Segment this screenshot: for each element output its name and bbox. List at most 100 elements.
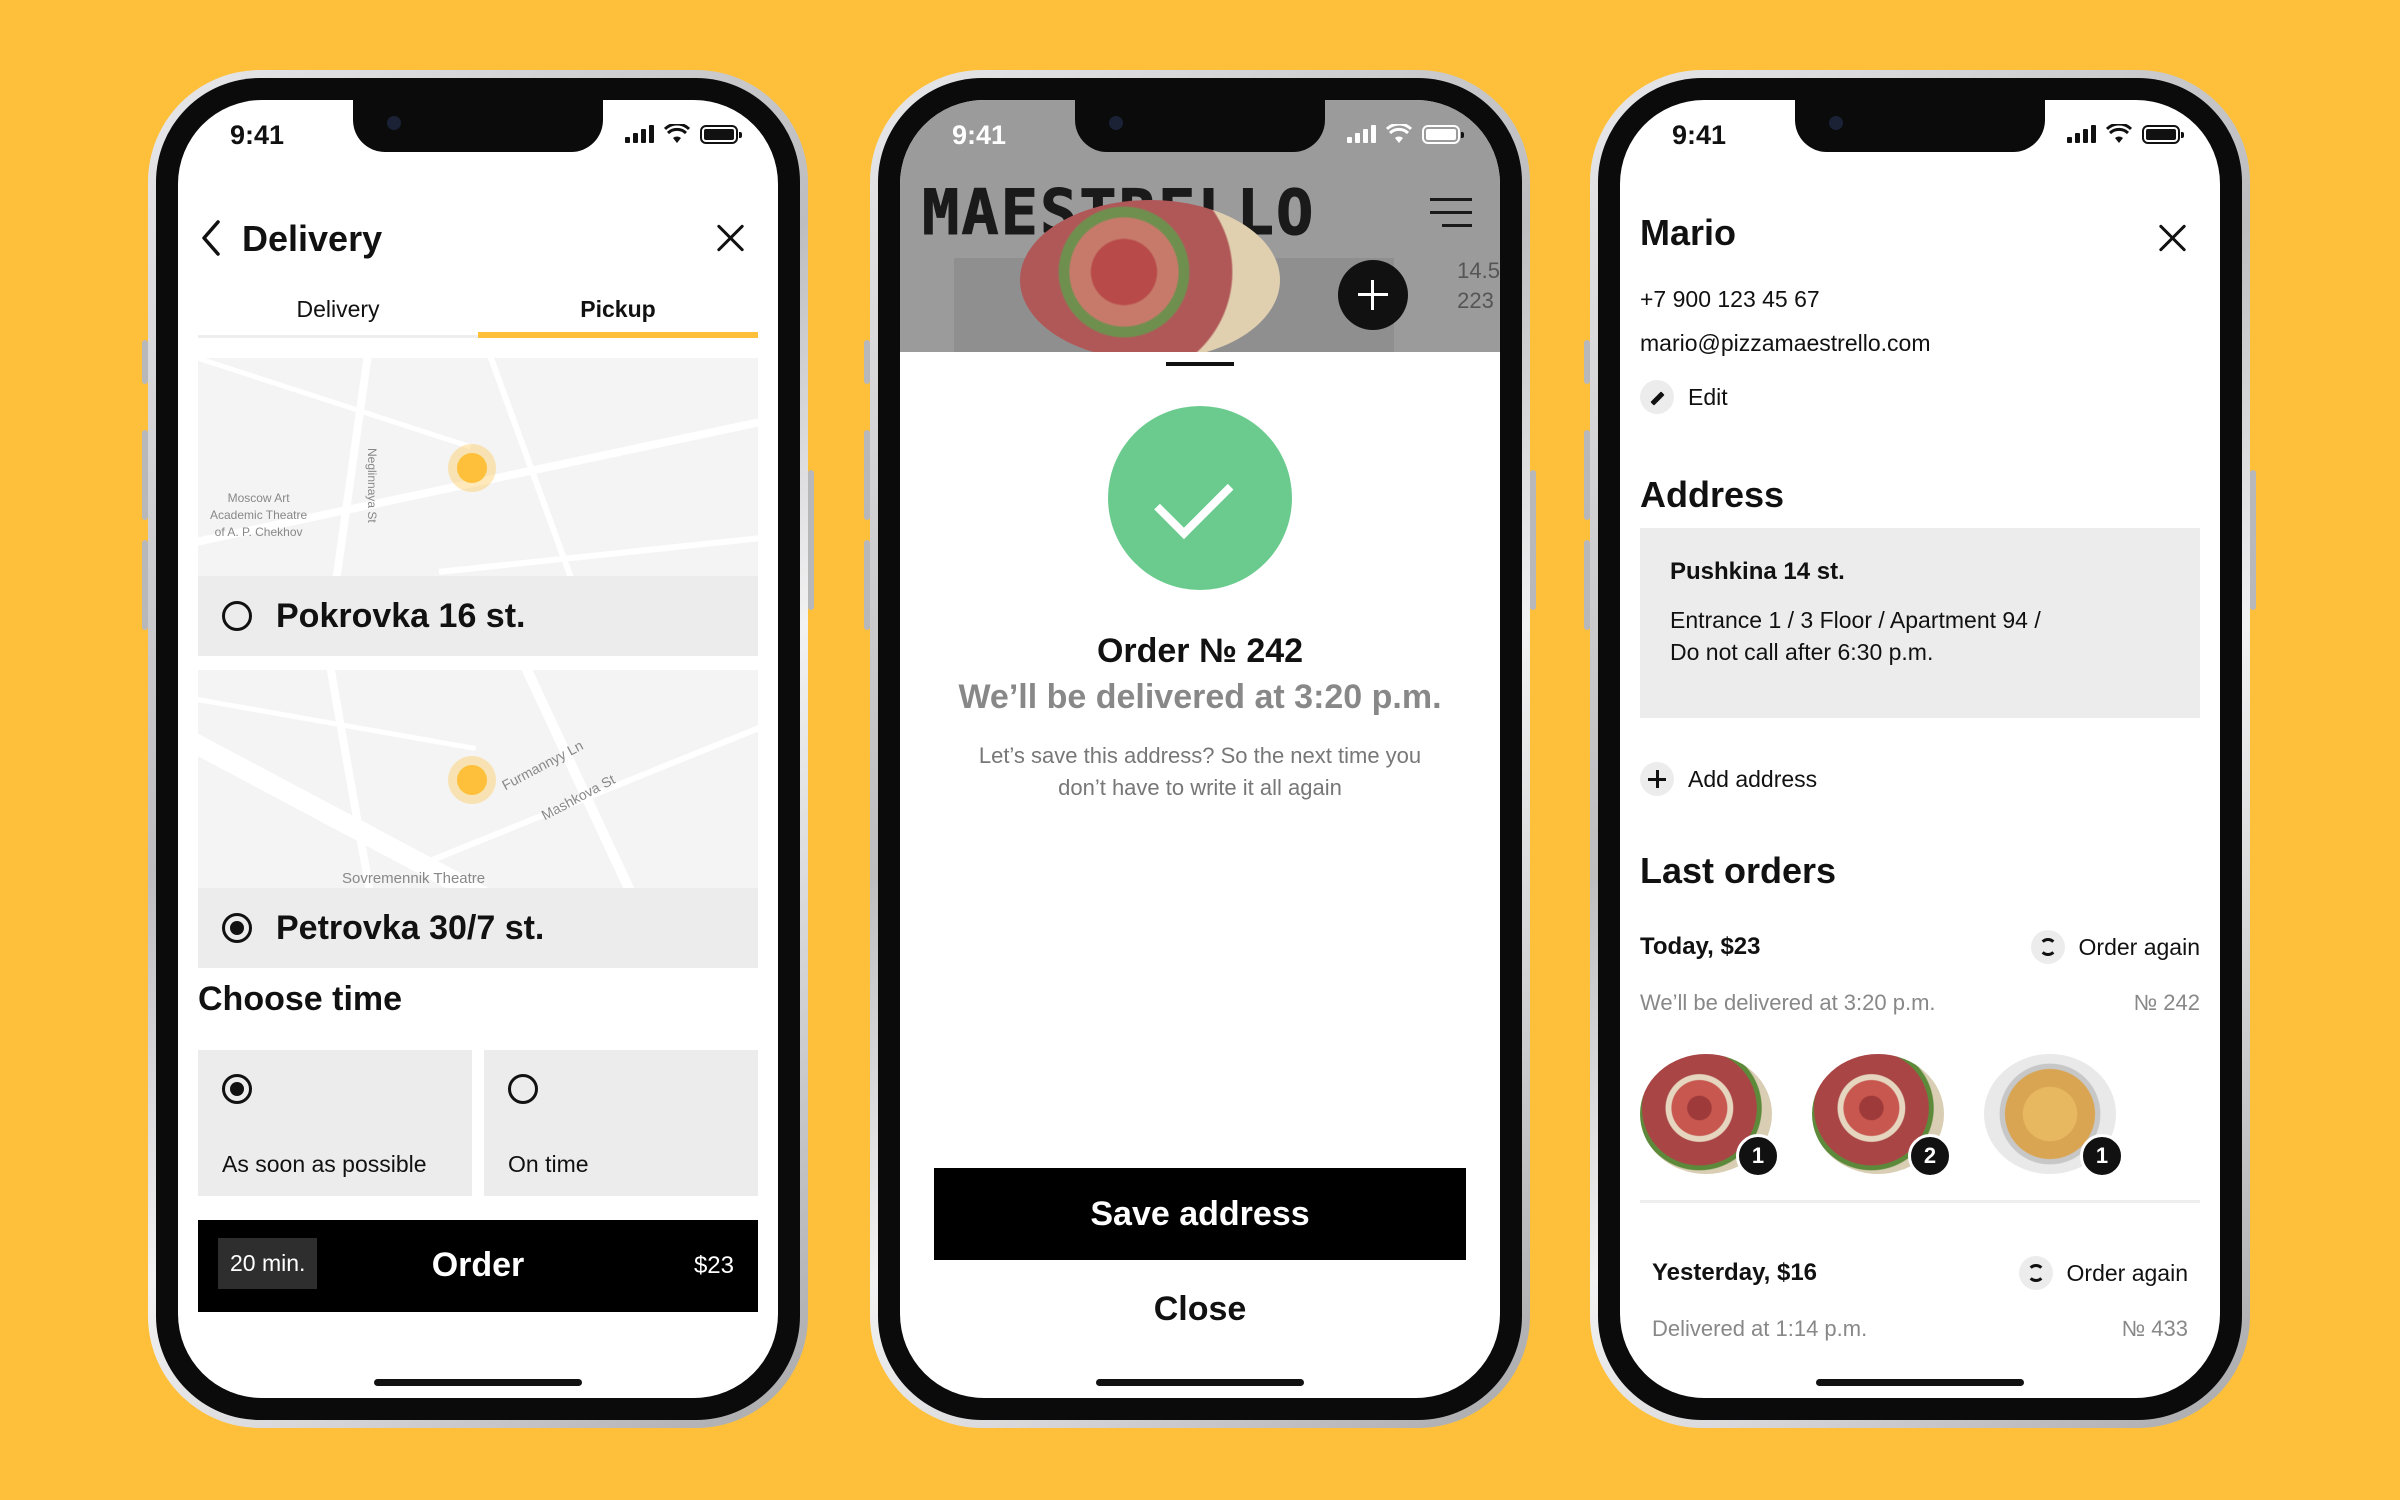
radio-pokrovka[interactable] bbox=[222, 601, 252, 631]
map-place-label: Moscow Art Academic Theatre of A. P. Che… bbox=[210, 490, 307, 540]
order-label: Order bbox=[431, 1246, 525, 1284]
location-card-pokrovka[interactable]: Neglinnaya St Moscow Art Academic Theatr… bbox=[198, 358, 758, 656]
close-icon[interactable] bbox=[2152, 218, 2192, 258]
tab-delivery[interactable]: Delivery bbox=[198, 290, 478, 335]
confirmation-screen: 9:41 MAESTRELLO 14.5 223 bbox=[900, 100, 1500, 1398]
map-petrovka: Furmannyy Ln Mashkova St Sovremennik The… bbox=[198, 670, 758, 888]
phone-confirmation: 9:41 MAESTRELLO 14.5 223 bbox=[864, 70, 1536, 1428]
phone-delivery: 9:41 Delivery Delivery Pickup Neglinnaya… bbox=[142, 70, 814, 1428]
status-time: 9:41 bbox=[952, 120, 1007, 150]
user-phone: +7 900 123 45 67 bbox=[1640, 286, 1820, 312]
plus-icon bbox=[1640, 762, 1674, 796]
side-value: 14.5 bbox=[1457, 258, 1500, 283]
add-address-button[interactable]: Add address bbox=[1640, 762, 1817, 796]
close-icon[interactable] bbox=[710, 218, 750, 258]
notch bbox=[353, 100, 603, 152]
user-name: Mario bbox=[1640, 212, 1737, 253]
notch bbox=[1795, 100, 2045, 152]
camera bbox=[1829, 116, 1843, 130]
order-date: Yesterday, $16 bbox=[1652, 1259, 1818, 1286]
save-address-button[interactable]: Save address bbox=[934, 1168, 1466, 1260]
radio-on-time[interactable] bbox=[508, 1074, 538, 1104]
order-number: № 433 bbox=[2121, 1316, 2188, 1341]
address-title: Pushkina 14 st. bbox=[1670, 558, 1845, 585]
camera bbox=[387, 116, 401, 130]
edit-button[interactable]: Edit bbox=[1640, 380, 1728, 414]
tab-pickup[interactable]: Pickup bbox=[478, 290, 758, 338]
order-status: Delivered at 1:14 p.m. bbox=[1652, 1316, 1868, 1341]
home-indicator[interactable] bbox=[1816, 1379, 2024, 1386]
map-place-line: of A. P. Chekhov bbox=[214, 524, 303, 539]
map-place-label: Sovremennik Theatre bbox=[342, 870, 486, 887]
message-line: don’t have to write it all again bbox=[1058, 775, 1342, 800]
choose-time-heading: Choose time bbox=[198, 980, 403, 1018]
home-indicator[interactable] bbox=[1096, 1379, 1304, 1386]
order-item[interactable]: 1 bbox=[1984, 1054, 2124, 1178]
save-address-message: Let’s save this address? So the next tim… bbox=[940, 740, 1460, 804]
address-line: Do not call after 6:30 p.m. bbox=[1670, 639, 1934, 665]
check-icon bbox=[1108, 406, 1292, 590]
order-number: Order № 242 bbox=[1096, 632, 1304, 670]
user-email: mario@pizzamaestrello.com bbox=[1640, 330, 1931, 356]
order-date: Today, $23 bbox=[1640, 933, 1761, 960]
status-time: 9:41 bbox=[230, 120, 285, 150]
order-item[interactable]: 1 bbox=[1640, 1054, 1780, 1178]
order-yesterday: Yesterday, $16 Order again Delivered at … bbox=[1652, 1256, 2188, 1342]
order-status: We’ll be delivered at 3:20 p.m. bbox=[1640, 990, 1936, 1015]
last-orders-heading: Last orders bbox=[1640, 850, 1837, 891]
camera bbox=[1109, 116, 1123, 130]
map-place-line: Academic Theatre bbox=[210, 507, 308, 522]
close-button[interactable]: Close bbox=[900, 1290, 1500, 1329]
item-count-badge: 1 bbox=[2080, 1134, 2124, 1178]
delivery-screen: 9:41 Delivery Delivery Pickup Neglinnaya… bbox=[178, 100, 778, 1398]
location-name: Petrovka 30/7 st. bbox=[276, 908, 545, 947]
order-again-label: Order again bbox=[2078, 933, 2200, 960]
order-again-label: Order again bbox=[2066, 1259, 2188, 1286]
radio-petrovka[interactable] bbox=[222, 913, 252, 943]
order-button[interactable]: 20 min. Order $23 bbox=[198, 1220, 758, 1312]
page-title: Delivery bbox=[242, 218, 383, 259]
status-time: 9:41 bbox=[1672, 120, 1727, 150]
map-pin-icon bbox=[448, 444, 496, 492]
address-heading: Address bbox=[1640, 474, 1785, 515]
battery-icon bbox=[700, 124, 742, 144]
time-option-label: On time bbox=[508, 1151, 589, 1177]
order-today: Today, $23 Order again We’ll be delivere… bbox=[1640, 930, 2200, 1203]
edit-label: Edit bbox=[1688, 383, 1728, 410]
order-price: $23 bbox=[693, 1252, 734, 1279]
side-value: 223 bbox=[1457, 288, 1494, 313]
address-card[interactable]: Pushkina 14 st. Entrance 1 / 3 Floor / A… bbox=[1640, 528, 2200, 718]
profile-screen: 9:41 Mario +7 900 123 45 67 mario@pizzam… bbox=[1620, 100, 2220, 1398]
location-card-petrovka[interactable]: Furmannyy Ln Mashkova St Sovremennik The… bbox=[198, 670, 758, 968]
time-option-asap[interactable]: As soon as possible bbox=[198, 1050, 472, 1196]
map-street-label: Neglinnaya St bbox=[365, 448, 379, 523]
message-line: Let’s save this address? So the next tim… bbox=[978, 743, 1422, 768]
radio-asap[interactable] bbox=[222, 1074, 252, 1104]
signal-icon bbox=[625, 125, 654, 143]
order-item[interactable]: 2 bbox=[1812, 1054, 1952, 1178]
time-option-label: As soon as possible bbox=[222, 1151, 427, 1177]
home-indicator[interactable] bbox=[374, 1379, 582, 1386]
time-option-on-time[interactable]: On time bbox=[484, 1050, 758, 1196]
wifi-icon bbox=[664, 124, 690, 143]
order-again-button[interactable]: Order again bbox=[2018, 1256, 2188, 1290]
delivery-time: We’ll be delivered at 3:20 p.m. bbox=[958, 678, 1442, 716]
signal-icon bbox=[2067, 125, 2096, 143]
sheet-grabber[interactable] bbox=[1166, 362, 1234, 366]
pizza-image bbox=[1020, 200, 1280, 352]
notch bbox=[1075, 100, 1325, 152]
tab-bar: Delivery Pickup bbox=[198, 290, 758, 338]
plus-icon[interactable] bbox=[1338, 260, 1408, 330]
map-place-line: Moscow Art bbox=[227, 491, 290, 505]
refresh-icon bbox=[2018, 1256, 2053, 1290]
back-chevron-icon[interactable] bbox=[198, 218, 228, 258]
item-count-badge: 2 bbox=[1908, 1134, 1952, 1178]
phone-profile: 9:41 Mario +7 900 123 45 67 mario@pizzam… bbox=[1584, 70, 2256, 1428]
refresh-icon bbox=[2030, 930, 2065, 964]
signal-icon bbox=[1347, 125, 1376, 143]
address-line: Entrance 1 / 3 Floor / Apartment 94 / bbox=[1670, 607, 2041, 633]
battery-icon bbox=[2142, 124, 2184, 144]
menu-icon[interactable] bbox=[1430, 198, 1472, 228]
order-again-button[interactable]: Order again bbox=[2030, 930, 2200, 964]
location-name: Pokrovka 16 st. bbox=[276, 596, 526, 635]
